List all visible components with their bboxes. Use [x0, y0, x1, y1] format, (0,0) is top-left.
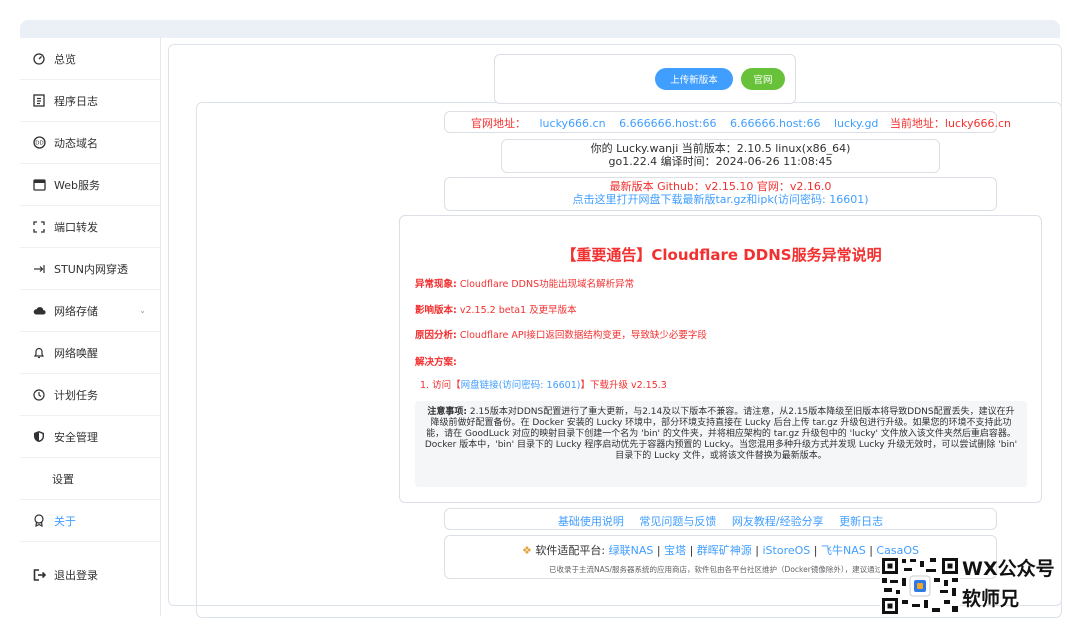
sidebar-item-settings[interactable]: 设置: [20, 458, 160, 500]
sidebar-item-logs[interactable]: 程序日志: [20, 80, 160, 122]
ddns-icon: DD: [32, 136, 46, 150]
footer-link[interactable]: 网友教程/经验分享: [732, 515, 824, 528]
platform-link[interactable]: 飞牛NAS: [821, 544, 866, 557]
footer-link[interactable]: 更新日志: [839, 515, 883, 528]
step-suffix: 】下载升级 v2.15.3: [580, 380, 667, 391]
site-link[interactable]: 6.66666.host:66: [730, 117, 820, 130]
site-address-label: 官网地址：: [471, 117, 526, 130]
stun-icon: [32, 262, 46, 276]
site-link[interactable]: lucky666.cn: [540, 117, 606, 130]
platform-link[interactable]: 群晖矿神源: [697, 544, 752, 557]
sidebar-item-ddns[interactable]: DD 动态域名: [20, 122, 160, 164]
about-icon: [32, 514, 46, 528]
sidebar-item-about[interactable]: 关于: [20, 500, 160, 542]
sidebar-item-web[interactable]: Web服务: [20, 164, 160, 206]
symptom-text: Cloudflare DDNS功能出现域名解析异常: [456, 279, 635, 290]
watermark-line1: WX公众号: [962, 558, 1055, 580]
official-site-button[interactable]: 官网: [741, 68, 785, 90]
affected-text: v2.15.2 beta1 及更早版本: [456, 305, 577, 316]
platforms-title: 软件适配平台:: [535, 544, 606, 557]
platform-link[interactable]: 宝塔: [664, 544, 686, 557]
sidebar-item-label: 计划任务: [54, 388, 98, 402]
sidebar-item-label: Web服务: [54, 178, 100, 192]
top-bar: [20, 20, 1060, 38]
netdisk-link[interactable]: 网盘链接(访问密码: 16601): [461, 380, 581, 391]
sidebar-item-storage[interactable]: 网络存储 ⌄: [20, 290, 160, 332]
watermark-line2: 软师兄: [962, 588, 1020, 610]
footer-link[interactable]: 基础使用说明: [558, 515, 624, 528]
site-address-row: 官网地址： lucky666.cn 6.666666.host:66 6.666…: [471, 115, 1011, 131]
sidebar-item-label: 网络唤醒: [54, 346, 98, 360]
notice-title: 【重要通告】Cloudflare DDNS服务异常说明: [561, 246, 882, 264]
sidebar-item-wol[interactable]: 网络唤醒: [20, 332, 160, 374]
version-line: 你的 Lucky.wanji 当前版本：2.10.5 linux(x86_64): [590, 142, 851, 155]
notice-affected: 影响版本: v2.15.2 beta1 及更早版本: [415, 302, 577, 316]
sidebar-item-label: 网络存储: [54, 304, 98, 318]
sidebar-item-label: STUN内网穿透: [54, 262, 128, 276]
notice-cause: 原因分析: Cloudflare API接口返回数据结构变更，导致缺少必要字段: [415, 327, 707, 341]
shield-icon: [32, 430, 46, 444]
caution-label: 注意事项:: [427, 407, 467, 417]
footer-links: 基础使用说明 常见问题与反馈 网友教程/经验分享 更新日志: [445, 513, 996, 529]
sidebar-item-label: 端口转发: [54, 220, 98, 234]
dashboard-icon: [32, 52, 46, 66]
site-link[interactable]: 6.666666.host:66: [619, 117, 716, 130]
notice-card: 【重要通告】Cloudflare DDNS服务异常说明 异常现象: Cloudf…: [399, 215, 1042, 503]
platform-link[interactable]: 绿联NAS: [609, 544, 654, 557]
sidebar-item-label: 总览: [54, 52, 76, 66]
site-link[interactable]: lucky.gd: [834, 117, 878, 130]
port-forward-icon: [32, 220, 46, 234]
current-address[interactable]: lucky666.cn: [945, 117, 1011, 130]
step-prefix: 1. 访问【: [420, 380, 461, 391]
download-link[interactable]: 点击这里打开网盘下载最新版tar.gz和ipk(访问密码: 16601): [444, 193, 997, 206]
notice-symptom: 异常现象: Cloudflare DDNS功能出现域名解析异常: [415, 276, 634, 290]
cause-text: Cloudflare API接口返回数据结构变更，导致缺少必要字段: [456, 330, 707, 341]
upload-button[interactable]: 上传新版本: [655, 68, 733, 90]
cause-label: 原因分析:: [415, 330, 457, 341]
log-icon: [32, 94, 46, 108]
sidebar-item-logout[interactable]: 退出登录: [20, 554, 160, 596]
sidebar-item-label: 关于: [54, 514, 76, 528]
build-line: go1.22.4 编译时间：2024-06-26 11:08:45: [608, 155, 833, 168]
footer-link[interactable]: 常见问题与反馈: [639, 515, 716, 528]
web-icon: [32, 178, 46, 192]
sidebar-item-label: 动态域名: [54, 136, 98, 150]
footer-links-box: 基础使用说明 常见问题与反馈 网友教程/经验分享 更新日志: [444, 508, 997, 530]
sidebar-item-port-forward[interactable]: 端口转发: [20, 206, 160, 248]
sidebar-item-security[interactable]: 安全管理: [20, 416, 160, 458]
logout-icon: [32, 568, 46, 582]
caution-text: 2.15版本对DDNS配置进行了重大更新，与2.14及以下版本不兼容。请注意，从…: [424, 407, 1018, 461]
notice-solution: 解决方案:: [415, 354, 457, 368]
package-icon: ❖: [522, 544, 532, 557]
sidebar-item-label: 安全管理: [54, 430, 98, 444]
sidebar-item-tasks[interactable]: 计划任务: [20, 374, 160, 416]
sidebar-item-label: 设置: [52, 472, 74, 486]
current-address-label: 当前地址：: [889, 117, 945, 130]
sidebar-item-overview[interactable]: 总览: [20, 38, 160, 80]
latest-version-line: 最新版本 Github：v2.15.10 官网：v2.16.0: [609, 180, 832, 193]
notice-step: 1. 访问【网盘链接(访问密码: 16601)】下载升级 v2.15.3: [420, 377, 667, 391]
cloud-icon: [32, 304, 46, 318]
qr-code: [880, 556, 960, 616]
latest-version: 最新版本 Github：v2.15.10 官网：v2.16.0 点击这里打开网盘…: [444, 180, 997, 206]
chevron-down-icon[interactable]: ⌄: [139, 306, 146, 315]
sidebar: 总览 程序日志 DD 动态域名 Web服务 端口转发 STUN内网穿透 网络存储…: [20, 38, 161, 616]
svg-text:DD: DD: [35, 141, 43, 147]
caution-box: 注意事项: 2.15版本对DDNS配置进行了重大更新，与2.14及以下版本不兼容…: [415, 401, 1027, 487]
clock-icon: [32, 388, 46, 402]
affected-label: 影响版本:: [415, 305, 457, 316]
sidebar-item-stun[interactable]: STUN内网穿透: [20, 248, 160, 290]
bell-icon: [32, 346, 46, 360]
solution-label: 解决方案:: [415, 357, 457, 368]
version-info: 你的 Lucky.wanji 当前版本：2.10.5 linux(x86_64)…: [501, 142, 940, 168]
symptom-label: 异常现象:: [415, 279, 457, 290]
sidebar-item-label: 退出登录: [54, 569, 98, 582]
platform-link[interactable]: iStoreOS: [762, 544, 810, 557]
sidebar-item-label: 程序日志: [54, 94, 98, 108]
